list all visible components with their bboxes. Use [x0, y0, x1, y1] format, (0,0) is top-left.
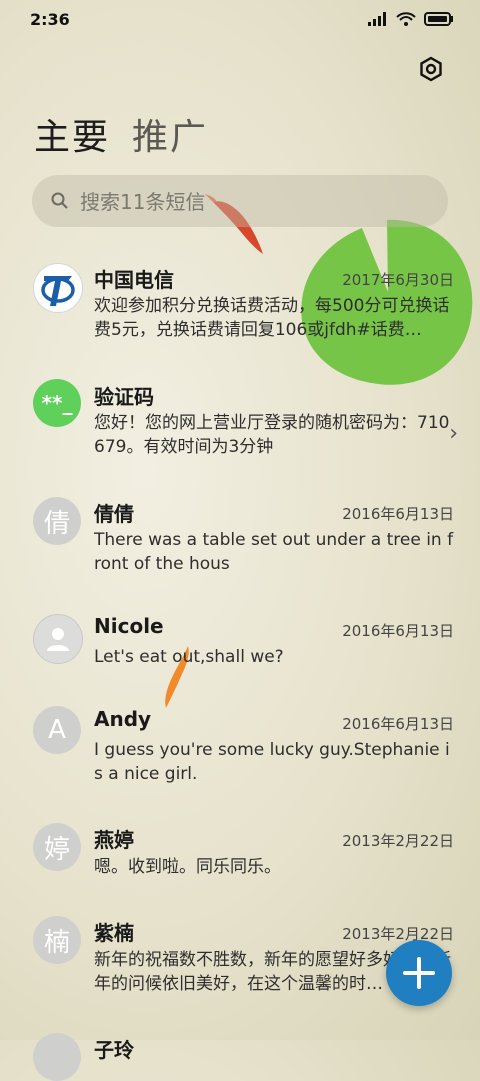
tab-bar: 主要 推广: [34, 108, 208, 160]
contact-avatar: 楠: [33, 916, 81, 964]
list-item[interactable]: Nicole 2016年6月13日 Let's eat out,shall we…: [0, 597, 480, 690]
sender-name: 燕婷: [94, 828, 134, 852]
search-input[interactable]: [78, 186, 422, 218]
message-preview: Let's eat out,shall we?: [94, 647, 284, 667]
contact-avatar: [33, 614, 83, 664]
contact-avatar: A: [33, 706, 81, 754]
list-item[interactable]: A Andy 2016年6月13日 I guess you're some lu…: [0, 690, 480, 807]
settings-gear-icon[interactable]: [418, 56, 444, 82]
tab-primary[interactable]: 主要: [34, 108, 110, 160]
message-preview: 您好！您的网上营业厅登录的随机密码为：710679。有效时间为3分钟: [94, 413, 450, 457]
sender-name: 倩倩: [94, 502, 134, 526]
china-telecom-logo-icon: [41, 276, 75, 306]
message-preview: 嗯。收到啦。同乐同乐。: [94, 857, 281, 877]
list-item[interactable]: 子玲: [0, 1017, 480, 1081]
message-date: 2013年2月22日: [342, 832, 454, 850]
message-preview: 欢迎参加积分兑换话费活动，每500分可兑换话费5元，兑换话费请回复106或jfd…: [94, 296, 450, 340]
status-icons: [368, 12, 454, 26]
message-date: 2017年6月30日: [342, 271, 454, 289]
list-item[interactable]: 中国电信 2017年6月30日 欢迎参加积分兑换话费活动，每500分可兑换话费5…: [0, 246, 480, 363]
search-bar[interactable]: [32, 175, 448, 227]
tab-promotions[interactable]: 推广: [132, 108, 208, 160]
message-date: 2016年6月13日: [342, 622, 454, 640]
sender-name: 子玲: [94, 1038, 134, 1062]
list-item[interactable]: 婷 燕婷 2013年2月22日 嗯。收到啦。同乐同乐。: [0, 807, 480, 900]
message-date: 2016年6月13日: [342, 505, 454, 523]
sender-name: 验证码: [94, 385, 154, 409]
chevron-right-icon[interactable]: ›: [449, 421, 458, 446]
status-time: 2:36: [30, 10, 70, 29]
list-item[interactable]: 倩 倩倩 2016年6月13日 There was a table set ou…: [0, 480, 480, 597]
contact-avatar: [33, 1033, 81, 1081]
person-icon: [47, 628, 69, 651]
sender-name: 紫楠: [94, 921, 134, 945]
message-preview: There was a table set out under a tree i…: [94, 530, 454, 574]
verification-code-avatar: **_: [33, 379, 81, 427]
search-icon: [51, 192, 68, 209]
status-bar: 2:36: [0, 0, 480, 40]
message-date: 2016年6月13日: [342, 715, 454, 733]
list-item[interactable]: **_ 验证码 您好！您的网上营业厅登录的随机密码为：710679。有效时间为3…: [0, 363, 480, 480]
battery-icon: [424, 12, 453, 26]
message-date: 2013年2月22日: [342, 925, 454, 943]
sender-name: Nicole: [94, 614, 164, 638]
sender-name: Andy: [94, 707, 152, 731]
message-preview: I guess you're some lucky guy.Stephanie …: [94, 740, 450, 784]
china-telecom-logo-avatar: [33, 263, 83, 313]
signal-icon: [368, 12, 386, 26]
contact-avatar: 婷: [33, 823, 81, 871]
wifi-icon: [396, 12, 416, 26]
sender-name: 中国电信: [94, 268, 174, 292]
new-message-button[interactable]: [386, 940, 452, 1006]
contact-avatar: 倩: [33, 497, 81, 545]
